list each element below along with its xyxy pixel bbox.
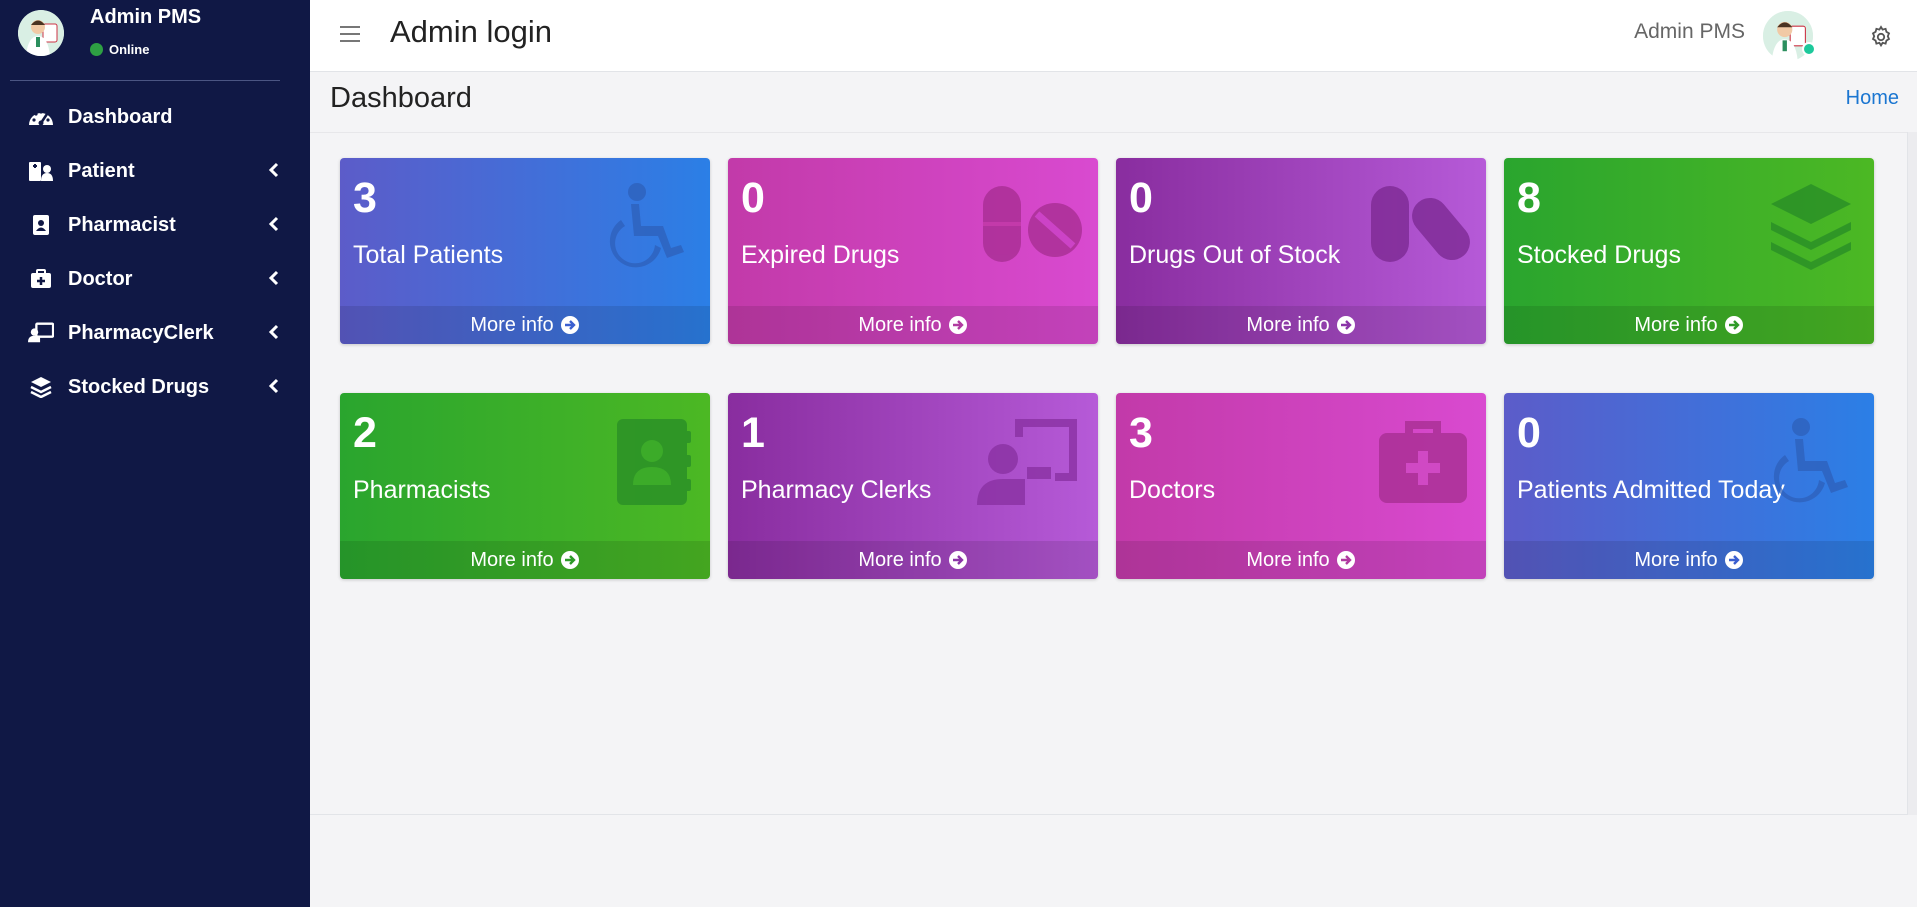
chevron-left-icon [268, 162, 279, 178]
footer [310, 815, 1917, 907]
card-value: 0 [1517, 409, 1541, 457]
card-label: Stocked Drugs [1517, 241, 1681, 269]
more-info-label: More info [470, 313, 554, 336]
chalkboard-teacher-icon [28, 322, 54, 344]
arrow-circle-right-icon [948, 551, 967, 569]
online-indicator-icon [1802, 42, 1816, 56]
sidebar-item-stocked-drugs[interactable]: Stocked Drugs [0, 360, 310, 414]
sidebar-item-label: Patient [68, 159, 135, 182]
sidebar-item-label: Doctor [68, 267, 133, 290]
user-panel: Admin PMS Online [10, 0, 280, 81]
arrow-circle-right-icon [1336, 551, 1355, 569]
small-box-pharmacy-clerks: 1 Pharmacy Clerks More info [728, 393, 1098, 579]
small-box-total-patients: 3 Total Patients More info [340, 158, 710, 344]
sidebar-item-dashboard[interactable]: Dashboard [0, 90, 310, 144]
status-text: Online [109, 42, 150, 57]
layers-icon [28, 376, 54, 398]
small-box-pharmacists: 2 Pharmacists More info [340, 393, 710, 579]
arrow-circle-right-icon [560, 316, 579, 334]
more-info-label: More info [1634, 313, 1718, 336]
chevron-left-icon [268, 216, 279, 232]
card-value: 2 [353, 409, 377, 457]
card-label: Drugs Out of Stock [1129, 241, 1341, 269]
user-name: Admin PMS [90, 6, 202, 28]
card-label: Doctors [1129, 476, 1216, 504]
small-box-drugs-out-of-stock: 0 Drugs Out of Stock More info [1116, 158, 1486, 344]
sidebar-item-label: Dashboard [68, 105, 173, 128]
chalkboard-teacher-icon [977, 419, 1077, 505]
arrow-circle-right-icon [948, 316, 967, 334]
more-info-link[interactable]: More info [340, 541, 710, 579]
arrow-circle-right-icon [560, 551, 579, 569]
scrollbar[interactable] [1907, 132, 1917, 815]
sidebar-item-label: Pharmacist [68, 213, 176, 236]
more-info-label: More info [1634, 548, 1718, 571]
layers-icon [1771, 184, 1851, 270]
header-user-name[interactable]: Admin PMS [1634, 20, 1745, 44]
more-info-link[interactable]: More info [1116, 306, 1486, 344]
medkit-icon [1379, 421, 1467, 503]
chevron-left-icon [268, 324, 279, 340]
chevron-left-icon [268, 378, 279, 394]
small-box-doctors: 3 Doctors More info [1116, 393, 1486, 579]
more-info-label: More info [470, 548, 554, 571]
card-label: Pharmacists [353, 476, 491, 504]
header-title: Admin login [390, 14, 552, 49]
address-book-icon [617, 419, 691, 505]
card-value: 0 [1129, 174, 1153, 222]
sidebar-item-patient[interactable]: Patient [0, 144, 310, 198]
sidebar-item-pharmacyclerk[interactable]: PharmacyClerk [0, 306, 310, 360]
card-label: Expired Drugs [741, 241, 900, 269]
more-info-link[interactable]: More info [728, 306, 1098, 344]
sidebar-item-pharmacist[interactable]: Pharmacist [0, 198, 310, 252]
online-status-icon [90, 43, 103, 56]
pill-ban-icon [983, 186, 1082, 262]
more-info-link[interactable]: More info [1116, 541, 1486, 579]
chevron-left-icon [268, 270, 279, 286]
small-box-patients-admitted-today: 0 Patients Admitted Today More info [1504, 393, 1874, 579]
more-info-label: More info [858, 548, 942, 571]
more-info-link[interactable]: More info [1504, 541, 1874, 579]
card-value: 8 [1517, 174, 1541, 222]
card-label: Total Patients [353, 241, 504, 269]
id-badge-icon [28, 214, 54, 236]
sidebar: Admin PMS Online Dashboard Patient Pharm… [0, 0, 310, 907]
sidebar-item-label: Stocked Drugs [68, 375, 210, 398]
avatar[interactable] [18, 10, 64, 56]
arrow-circle-right-icon [1724, 551, 1743, 569]
wheelchair-icon [1773, 418, 1848, 503]
page-title: Dashboard [330, 82, 472, 114]
main-content: 3 Total Patients More info 0 Expired Dru… [310, 132, 1907, 815]
content-header: Dashboard Home [310, 72, 1917, 132]
hospital-user-icon [28, 160, 54, 182]
wheelchair-icon [609, 183, 684, 268]
card-label: Pharmacy Clerks [741, 476, 932, 504]
breadcrumb-home-link[interactable]: Home [1846, 87, 1899, 110]
pills-icon [1371, 186, 1470, 262]
sidebar-nav: Dashboard Patient Pharmacist Doctor Phar… [0, 90, 310, 414]
arrow-circle-right-icon [1336, 316, 1355, 334]
more-info-link[interactable]: More info [1504, 306, 1874, 344]
card-value: 1 [741, 409, 765, 457]
more-info-link[interactable]: More info [340, 306, 710, 344]
gear-icon[interactable] [1869, 25, 1893, 49]
menu-toggle-icon[interactable] [340, 24, 360, 44]
user-status: Online [90, 42, 149, 57]
sidebar-item-label: PharmacyClerk [68, 321, 214, 344]
more-info-label: More info [858, 313, 942, 336]
more-info-label: More info [1246, 313, 1330, 336]
gauge-icon [28, 106, 54, 128]
arrow-circle-right-icon [1724, 316, 1743, 334]
more-info-label: More info [1246, 548, 1330, 571]
medkit-icon [28, 268, 54, 290]
small-box-expired-drugs: 0 Expired Drugs More info [728, 158, 1098, 344]
card-value: 3 [353, 174, 377, 222]
small-box-stocked-drugs: 8 Stocked Drugs More info [1504, 158, 1874, 344]
card-label: Patients Admitted Today [1517, 476, 1785, 504]
card-value: 3 [1129, 409, 1153, 457]
top-navbar: Admin login Admin PMS [310, 0, 1917, 72]
more-info-link[interactable]: More info [728, 541, 1098, 579]
sidebar-item-doctor[interactable]: Doctor [0, 252, 310, 306]
card-value: 0 [741, 174, 765, 222]
